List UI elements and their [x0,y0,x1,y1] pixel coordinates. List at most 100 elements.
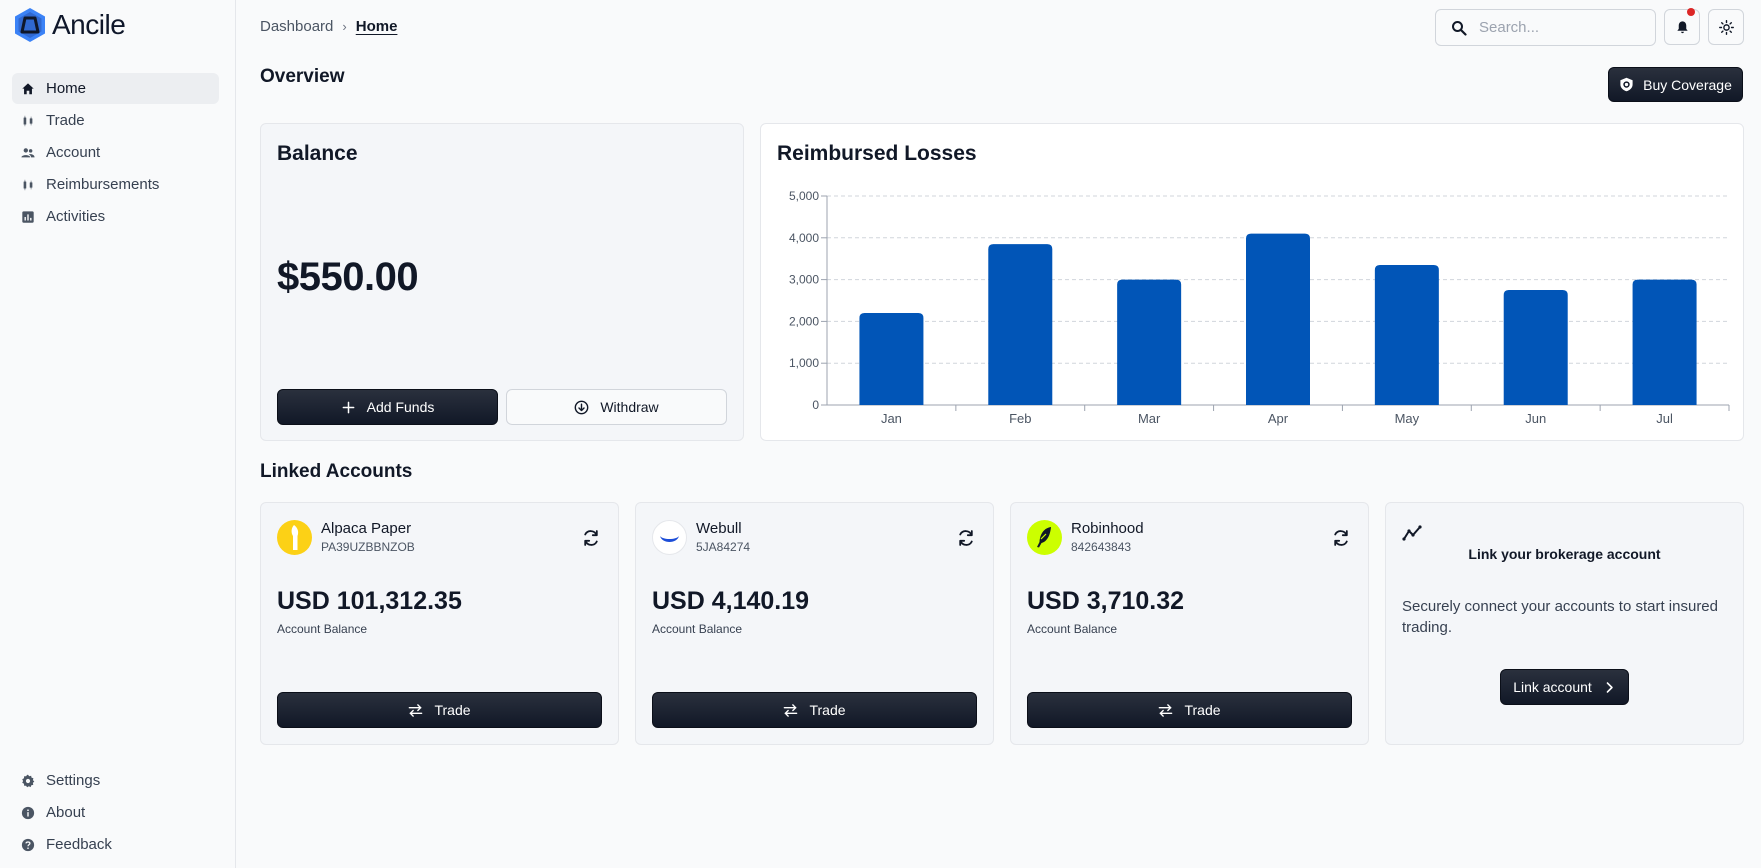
y-tick-label: 0 [812,398,819,412]
sidebar-item-label: Feedback [46,836,112,853]
buy-coverage-label: Buy Coverage [1643,76,1732,93]
x-tick-label: Mar [1138,411,1161,426]
users-icon [21,146,35,160]
sidebar-nav: Home Trade Account Reimbursements Activi… [12,73,219,233]
bar-feb [988,244,1053,405]
x-tick-label: Apr [1268,411,1289,426]
app-name: Ancile [52,9,126,40]
balance-title: Balance [277,142,358,165]
withdraw-label: Withdraw [600,399,659,415]
sidebar-item-trade[interactable]: Trade [12,105,219,136]
x-tick-label: May [1395,411,1420,426]
bar-mar [1117,279,1182,405]
refresh-icon[interactable] [956,528,976,548]
alpaca-logo-icon [277,520,312,555]
sparkline-icon [1402,525,1422,541]
search-icon [1452,20,1467,36]
robinhood-logo-icon [1027,520,1062,555]
sidebar-item-home[interactable]: Home [12,73,219,104]
link-brokerage-card: Link your brokerage account Securely con… [1385,502,1744,745]
theme-toggle-button[interactable] [1708,9,1744,45]
sidebar-item-label: Account [46,144,101,161]
sidebar-item-reimbursements[interactable]: Reimbursements [12,169,219,200]
account-balance-label: Account Balance [277,622,368,636]
link-card-description: Securely connect your accounts to start … [1402,598,1718,636]
x-tick-label: Jul [1656,411,1673,426]
help-icon [21,838,35,852]
account-card-robinhood: Robinhood 842643843 USD 3,710.32 Account… [1010,502,1369,745]
account-balance: USD 4,140.19 [652,587,810,615]
account-balance-label: Account Balance [1027,622,1118,636]
arrow-down-circle-icon [574,400,589,414]
account-balance: USD 3,710.32 [1027,587,1185,615]
bar-apr [1246,233,1310,405]
sidebar-item-settings[interactable]: Settings [12,765,219,796]
chevron-right-icon [1606,681,1613,693]
info-icon [21,806,35,820]
candlestick-icon [21,114,35,128]
swap-icon [1159,703,1173,717]
bar-jul [1632,279,1697,405]
link-account-label: Link account [1513,679,1592,695]
bar-may [1374,264,1439,405]
sidebar-bottom-nav: Settings About Feedback [12,765,219,861]
webull-logo-icon [652,520,687,555]
add-funds-button[interactable]: Add Funds [277,389,498,425]
swap-icon [409,703,423,717]
trade-label: Trade [434,702,471,718]
notifications-button[interactable] [1664,8,1700,45]
account-name: Webull [696,520,742,537]
link-account-button[interactable]: Link account [1500,669,1629,705]
y-tick-label: 1,000 [789,356,819,370]
refresh-icon[interactable] [581,528,601,548]
account-name: Robinhood [1071,520,1144,537]
withdraw-button[interactable]: Withdraw [506,389,727,425]
breadcrumb-home[interactable]: Home [356,18,398,35]
candlestick-icon [21,178,35,192]
refresh-icon[interactable] [1331,528,1351,548]
sidebar-item-label: Reimbursements [46,176,160,193]
sidebar-item-account[interactable]: Account [12,137,219,168]
sun-icon [1718,19,1734,35]
bell-icon [1676,20,1688,33]
trade-button[interactable]: Trade [277,692,602,728]
breadcrumb-dashboard[interactable]: Dashboard [260,18,333,35]
account-card-webull: Webull 5JA84274 USD 4,140.19 Account Bal… [635,502,994,745]
gear-icon [21,774,35,788]
x-tick-label: Jan [881,411,902,426]
sidebar-item-feedback[interactable]: Feedback [12,829,219,860]
trade-button[interactable]: Trade [1027,692,1352,728]
app-logo[interactable]: Ancile [13,6,126,44]
account-balance-label: Account Balance [652,622,743,636]
account-card-alpaca: Alpaca Paper PA39UZBBNZOB USD 101,312.35… [260,502,619,745]
buy-coverage-button[interactable]: Buy Coverage [1608,67,1743,102]
account-balance: USD 101,312.35 [277,587,462,615]
sidebar-item-activities[interactable]: Activities [12,201,219,232]
breadcrumb: Dashboard › Home [260,18,397,35]
trade-label: Trade [1184,702,1221,718]
account-id: PA39UZBBNZOB [321,540,415,554]
x-tick-label: Feb [1009,411,1031,426]
bar-jun [1503,290,1568,405]
sidebar-item-label: Trade [46,112,85,129]
ancile-logo-icon [15,8,45,42]
account-id: 5JA84274 [696,540,751,554]
account-name: Alpaca Paper [321,520,412,537]
account-id: 842643843 [1071,540,1132,554]
sidebar-item-about[interactable]: About [12,797,219,828]
x-tick-label: Jun [1525,411,1546,426]
search-input[interactable] [1479,19,1639,36]
search-box[interactable] [1435,9,1656,46]
linked-accounts-title: Linked Accounts [260,461,413,482]
sidebar-item-label: Settings [46,772,101,789]
y-tick-label: 2,000 [789,314,819,328]
sidebar-item-label: About [46,804,86,821]
home-icon [21,82,35,96]
y-tick-label: 5,000 [789,189,819,203]
trade-button[interactable]: Trade [652,692,977,728]
page-title: Overview [260,66,345,87]
reimbursed-losses-chart: 0 1,000 2,000 3,000 4,000 5,000 Jan Feb Mar Apr Ma… [789,189,1730,426]
notification-dot [1687,8,1695,16]
sidebar-item-label: Activities [46,208,106,225]
plus-icon [342,401,355,413]
